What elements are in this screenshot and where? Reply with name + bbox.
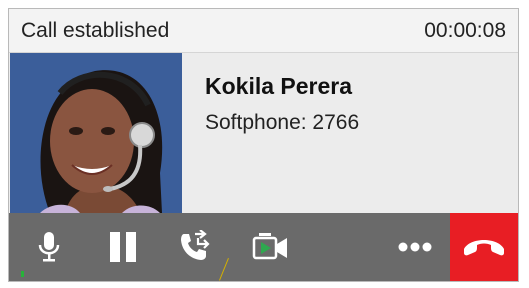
microphone-icon <box>38 232 60 262</box>
call-toolbar <box>9 213 518 281</box>
pause-icon <box>110 232 136 262</box>
mute-button[interactable] <box>31 213 67 281</box>
call-status-text: Call established <box>21 19 170 42</box>
hang-up-button[interactable] <box>450 213 518 281</box>
more-options-icon <box>398 242 432 252</box>
contact-number: Softphone: 2766 <box>205 111 360 134</box>
video-icon <box>252 233 287 260</box>
transfer-call-icon <box>181 230 210 260</box>
hang-up-icon <box>464 240 504 256</box>
mic-level-indicator <box>21 271 24 277</box>
call-window: Call established 00:00:08 Kokila Perera … <box>8 8 519 282</box>
contact-name: Kokila Perera <box>205 73 353 99</box>
contact-photo <box>10 53 182 213</box>
call-status-bar: Call established 00:00:08 <box>9 9 518 53</box>
transfer-button[interactable] <box>173 213 217 281</box>
hold-button[interactable] <box>101 213 145 281</box>
more-options-button[interactable] <box>393 213 437 281</box>
video-button[interactable] <box>249 213 293 281</box>
call-timer: 00:00:08 <box>424 19 506 42</box>
contact-avatar <box>10 53 182 213</box>
